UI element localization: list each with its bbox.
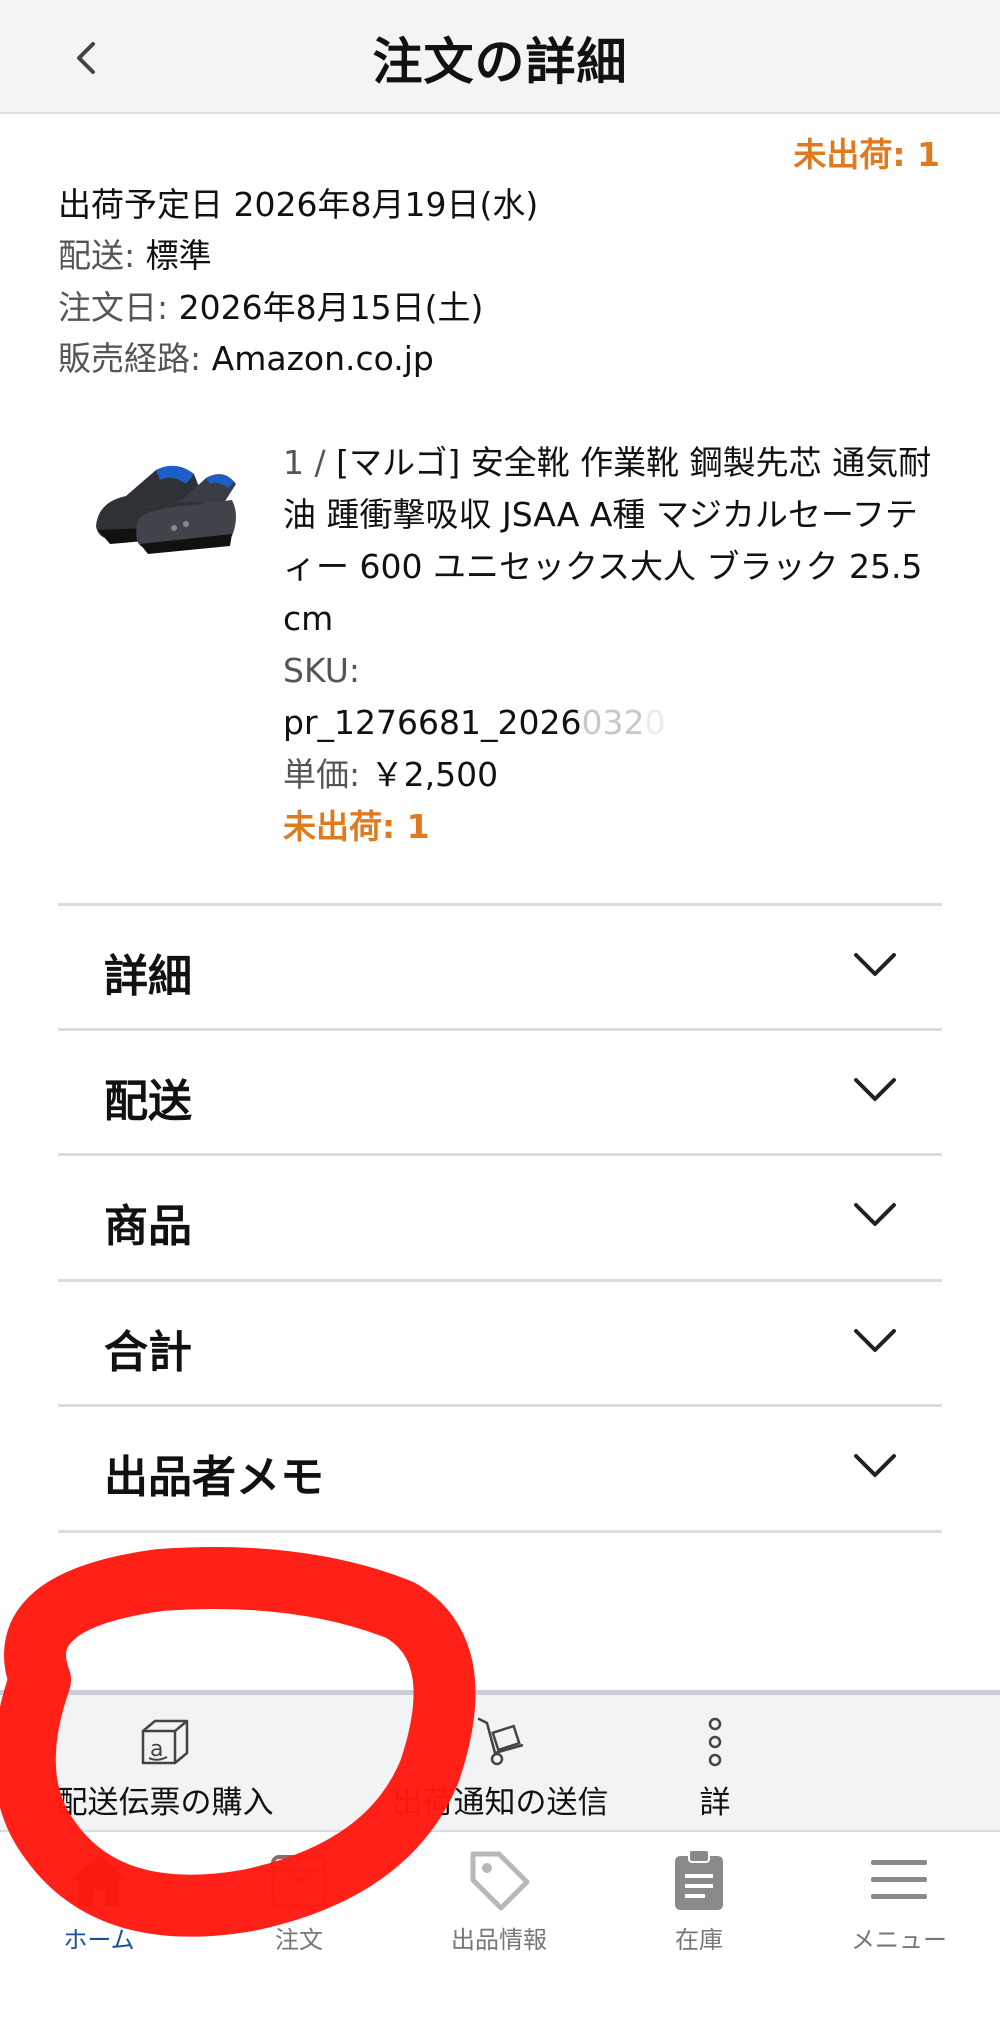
section-details[interactable]: 詳細: [58, 903, 942, 1029]
safety-shoe-image: [96, 465, 236, 554]
box-icon: [271, 1855, 327, 1907]
order-date-label: 注文日:: [58, 288, 169, 327]
sales-channel-label: 販売経路:: [58, 339, 202, 378]
order-date-value: 2026年8月15日(土): [178, 288, 484, 327]
chevron-down-icon: [854, 1203, 896, 1226]
product-title: [マルゴ] 安全靴 作業靴 鋼製先芯 通気耐油 踵衝撃吸収 JSAA A種 マジ…: [283, 443, 932, 638]
action-label: 詳: [699, 1785, 731, 1821]
home-icon: [71, 1854, 127, 1906]
clipboard-icon: [675, 1849, 723, 1910]
unit-price-value: ￥2,500: [370, 755, 499, 794]
tab-inventory[interactable]: 在庫: [629, 1842, 769, 1955]
delivery-label: 配送:: [58, 236, 136, 275]
product-unshipped-status: 未出荷: 1: [283, 807, 430, 846]
ship-date: 出荷予定日 2026年8月19日(水): [58, 185, 539, 224]
section-divider: [58, 1530, 942, 1533]
order-date-row: 注文日: 2026年8月15日(土): [58, 281, 483, 329]
sku-value: pr_1276681_2026: [283, 703, 582, 742]
top-app-bar: 注文の詳細: [0, 0, 1000, 114]
action-label: 出荷通知の送信: [391, 1785, 609, 1821]
sales-channel-value: Amazon.co.jp: [211, 339, 434, 378]
product-quantity-prefix: 1 /: [283, 443, 326, 482]
sales-channel-row: 販売経路: Amazon.co.jp: [58, 332, 434, 380]
chevron-down-icon: [854, 1454, 896, 1477]
page-title: 注文の詳細: [372, 33, 628, 91]
tab-home[interactable]: ホーム: [29, 1842, 169, 1955]
tab-listings[interactable]: 出品情報: [429, 1842, 569, 1955]
delivery-row: 配送: 標準: [58, 229, 212, 277]
hamburger-menu-icon: [871, 1860, 927, 1899]
tab-label: 出品情報: [451, 1926, 547, 1954]
tab-label: ホーム: [63, 1926, 135, 1954]
delivery-value: 標準: [145, 236, 212, 275]
product-image[interactable]: [86, 440, 246, 570]
section-total[interactable]: 合計: [58, 1279, 942, 1405]
section-label: 合計: [104, 1327, 192, 1378]
hand-truck-icon: [477, 1717, 524, 1766]
unshipped-count-badge: 未出荷: 1: [793, 135, 940, 174]
sku-value-faded: 032: [581, 703, 645, 742]
bottom-tab-bar: ホーム 注文 出品情報 在庫 メニュー: [0, 1832, 1000, 2044]
tab-label: 注文: [275, 1926, 323, 1954]
chevron-down-icon: [854, 953, 896, 976]
amazon-box-icon: a: [141, 1719, 189, 1765]
order-action-bar: a 配送伝票の購入 出荷通知の送信 詳: [0, 1690, 1000, 1832]
tab-label: メニュー: [851, 1926, 947, 1954]
chevron-down-icon: [854, 1329, 896, 1352]
more-vertical-icon: [708, 1717, 722, 1767]
product-details: 1 / [マルゴ] 安全靴 作業靴 鋼製先芯 通気耐油 踵衝撃吸収 JSAA A…: [283, 437, 943, 853]
section-label: 商品: [104, 1201, 192, 1252]
section-seller-notes[interactable]: 出品者メモ: [58, 1404, 942, 1530]
section-products[interactable]: 商品: [58, 1153, 942, 1279]
send-shipment-notice-button[interactable]: 出荷通知の送信: [380, 1713, 620, 1822]
tab-orders[interactable]: 注文: [229, 1842, 369, 1955]
buy-shipping-label-button[interactable]: a 配送伝票の購入: [50, 1713, 280, 1822]
section-label: 出品者メモ: [104, 1452, 324, 1503]
unit-price-label: 単価:: [283, 755, 361, 794]
sku-label: SKU:: [283, 651, 360, 690]
section-label: 配送: [104, 1076, 192, 1127]
tab-menu[interactable]: メニュー: [829, 1842, 969, 1955]
sku-row: pr_1276681_20260320: [283, 697, 943, 749]
tab-label: 在庫: [675, 1926, 723, 1954]
tag-icon: [470, 1851, 530, 1911]
action-label: 配送伝票の購入: [56, 1785, 274, 1821]
chevron-down-icon: [854, 1078, 896, 1101]
product-title-line[interactable]: 1 / [マルゴ] 安全靴 作業靴 鋼製先芯 通気耐油 踵衝撃吸収 JSAA A…: [283, 437, 943, 645]
unit-price-row: 単価: ￥2,500: [283, 749, 943, 801]
section-label: 詳細: [104, 951, 192, 1002]
section-shipping[interactable]: 配送: [58, 1028, 942, 1154]
more-actions-button[interactable]: 詳: [680, 1713, 750, 1822]
sku-value-faded-2: 0: [644, 703, 666, 742]
